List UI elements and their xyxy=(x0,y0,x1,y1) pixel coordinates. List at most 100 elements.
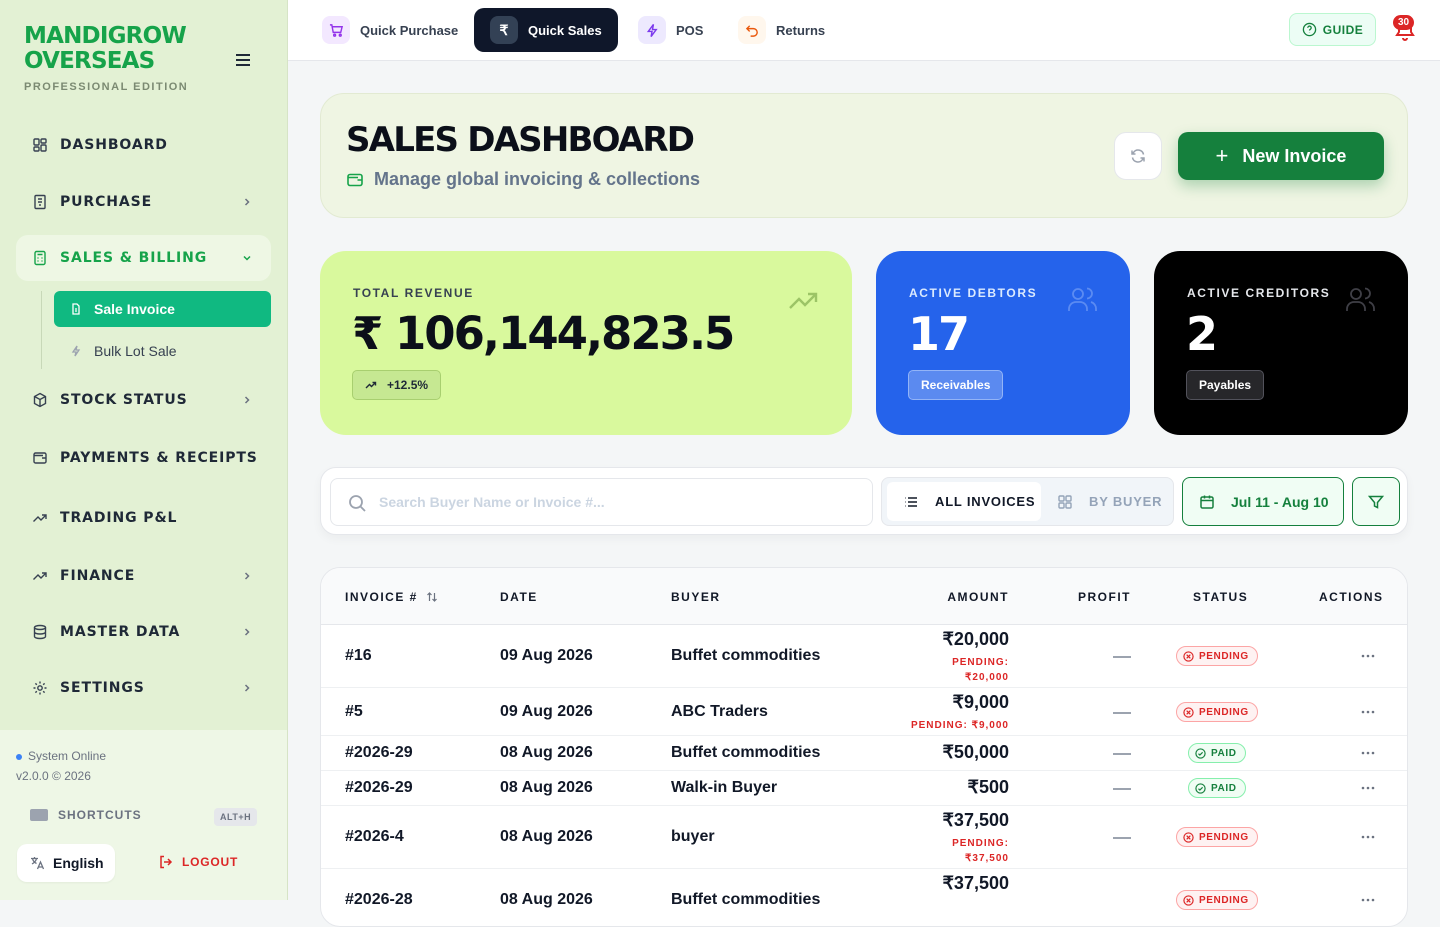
table-row[interactable]: #2026-29 08 Aug 2026 Buffet commodities … xyxy=(321,736,1407,771)
status-dot xyxy=(16,753,22,760)
invoice-number: #2026-29 xyxy=(345,779,413,796)
all-invoices-tab[interactable]: ALL INVOICES xyxy=(887,482,1041,521)
refresh-button[interactable] xyxy=(1114,132,1162,180)
cart-icon xyxy=(322,16,350,44)
table-row[interactable]: #16 09 Aug 2026 Buffet commodities ₹20,0… xyxy=(321,625,1407,688)
invoice-date: 08 Aug 2026 xyxy=(500,744,593,761)
menu-toggle-icon[interactable] xyxy=(234,51,256,69)
profit-column-header: PROFIT xyxy=(1078,590,1131,604)
chevron-right-icon xyxy=(244,684,250,692)
button-label: Quick Sales xyxy=(528,22,602,38)
sidebar-item-payments-receipts[interactable]: PAYMENTS & RECEIPTS xyxy=(16,435,271,481)
status-badge: PAID xyxy=(1188,743,1246,763)
table-row[interactable]: #2026-4 08 Aug 2026 buyer ₹37,500 PENDIN… xyxy=(321,806,1407,869)
tab-label: ALL INVOICES xyxy=(935,494,1036,509)
sort-icon xyxy=(426,592,437,602)
total-revenue-card: TOTAL REVENUE ₹ 106,144,823.5 +12.5% xyxy=(320,251,852,435)
more-actions-icon[interactable] xyxy=(1359,748,1377,758)
check-circle-icon xyxy=(1195,747,1206,759)
sidebar-item-label: TRADING P&L xyxy=(60,510,178,526)
quick-purchase-button[interactable]: Quick Purchase xyxy=(306,8,474,52)
status-text: PENDING xyxy=(1199,831,1249,843)
more-actions-icon[interactable] xyxy=(1359,707,1377,717)
logout-icon xyxy=(160,855,173,869)
sidebar-subitem-sale-invoice[interactable]: Sale Invoice xyxy=(54,291,271,327)
more-actions-icon[interactable] xyxy=(1359,832,1377,842)
chevron-right-icon xyxy=(244,396,250,404)
buyer-name: Walk-in Buyer xyxy=(671,779,778,796)
invoice-column-header[interactable]: INVOICE # xyxy=(345,590,438,604)
chevron-right-icon xyxy=(244,628,250,636)
notification-count-badge: 30 xyxy=(1393,15,1415,30)
new-invoice-button[interactable]: + New Invoice xyxy=(1178,132,1384,180)
undo-icon xyxy=(738,16,766,44)
invoice-amount: ₹37,500 xyxy=(942,810,1009,830)
bolt-icon xyxy=(638,16,666,44)
table-row[interactable]: #2026-29 08 Aug 2026 Walk-in Buyer ₹500 … xyxy=(321,771,1407,806)
sidebar-item-label: STOCK STATUS xyxy=(60,392,188,408)
wallet-icon xyxy=(33,452,47,464)
filter-button[interactable] xyxy=(1352,477,1400,526)
button-label: Quick Purchase xyxy=(360,22,459,38)
x-circle-icon xyxy=(1183,894,1194,906)
chevron-right-icon xyxy=(244,198,250,206)
quick-sales-button[interactable]: ₹ Quick Sales xyxy=(474,8,618,52)
active-creditors-card: ACTIVE CREDITORS 2 Payables xyxy=(1154,251,1408,435)
logout-button[interactable]: LOGOUT xyxy=(158,854,238,870)
dashboard-icon xyxy=(33,138,47,152)
card-label: TOTAL REVENUE xyxy=(353,286,474,300)
date-range-picker[interactable]: Jul 11 - Aug 10 xyxy=(1182,477,1344,526)
sidebar-item-finance[interactable]: FINANCE xyxy=(16,553,271,599)
card-value: ₹ 106,144,823.5 xyxy=(352,307,735,360)
view-toggle: ALL INVOICES BY BUYER xyxy=(881,477,1174,526)
sidebar-subitem-bulk-lot-sale[interactable]: Bulk Lot Sale xyxy=(54,333,271,369)
sidebar-item-purchase[interactable]: PURCHASE xyxy=(16,179,271,225)
status-badge: PENDING xyxy=(1176,890,1258,910)
by-buyer-tab[interactable]: BY BUYER xyxy=(1057,482,1169,521)
sidebar-item-sales-billing[interactable]: SALES & BILLING xyxy=(16,235,271,281)
buyer-column-header: BUYER xyxy=(671,590,721,604)
sidebar-item-settings[interactable]: SETTINGS xyxy=(16,665,271,711)
table-header: INVOICE # DATE BUYER AMOUNT PROFIT STATU… xyxy=(321,568,1407,625)
button-label: Returns xyxy=(776,22,826,38)
pending-amount: PENDING: ₹9,000 xyxy=(910,720,1009,731)
status-badge: PENDING xyxy=(1176,827,1258,847)
invoice-table: INVOICE # DATE BUYER AMOUNT PROFIT STATU… xyxy=(320,567,1408,927)
translate-icon xyxy=(31,857,45,870)
search-input[interactable] xyxy=(379,479,859,525)
sidebar-item-trading-pl[interactable]: TRADING P&L xyxy=(16,495,271,541)
sidebar-item-stock-status[interactable]: STOCK STATUS xyxy=(16,377,271,423)
date-column-header: DATE xyxy=(500,590,538,604)
guide-button[interactable]: GUIDE xyxy=(1289,13,1376,46)
more-actions-icon[interactable] xyxy=(1359,783,1377,793)
more-actions-icon[interactable] xyxy=(1359,895,1377,905)
language-selector[interactable]: English xyxy=(17,844,115,882)
more-actions-icon[interactable] xyxy=(1359,651,1377,661)
guide-label: GUIDE xyxy=(1322,22,1364,37)
logout-label: LOGOUT xyxy=(182,855,239,869)
profit-empty xyxy=(1113,656,1131,658)
sidebar-subitem-label: Bulk Lot Sale xyxy=(94,343,177,359)
sidebar-item-dashboard[interactable]: DASHBOARD xyxy=(16,122,271,168)
pending-amount: PENDING: ₹37,500 xyxy=(952,836,1009,866)
sidebar-item-label: FINANCE xyxy=(60,568,136,584)
buyer-name: Buffet commodities xyxy=(671,744,821,761)
tab-label: BY BUYER xyxy=(1089,494,1163,509)
users-icon xyxy=(1068,287,1097,311)
table-row[interactable]: #2026-28 08 Aug 2026 Buffet commodities … xyxy=(321,869,1407,926)
status-text: PENDING xyxy=(1199,706,1249,718)
status-text: PAID xyxy=(1211,782,1237,794)
status-text: System Online xyxy=(28,749,107,763)
table-row[interactable]: #5 09 Aug 2026 ABC Traders ₹9,000 PENDIN… xyxy=(321,688,1407,736)
new-invoice-label: New Invoice xyxy=(1242,145,1347,166)
brand-logo: MANDIGROW OVERSEAS xyxy=(24,23,187,74)
plus-icon: + xyxy=(1215,143,1229,168)
amount-column-header: AMOUNT xyxy=(947,590,1009,604)
returns-button[interactable]: Returns xyxy=(722,8,841,52)
pending-amount: PENDING: ₹20,000 xyxy=(952,655,1009,685)
trending-up-icon xyxy=(789,292,818,309)
shortcuts-button[interactable]: SHORTCUTS xyxy=(30,808,142,822)
sidebar-item-master-data[interactable]: MASTER DATA xyxy=(16,609,271,655)
pos-button[interactable]: POS xyxy=(622,8,719,52)
top-bar: Quick Purchase ₹ Quick Sales POS Returns… xyxy=(288,0,1440,61)
